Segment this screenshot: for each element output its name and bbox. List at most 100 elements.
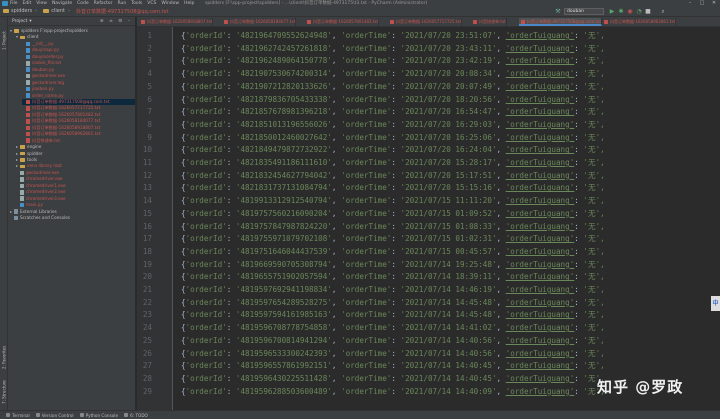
folder-file-icon [20,145,25,149]
debug-icon[interactable]: ✱ [618,8,624,15]
tree-item[interactable]: chromedriver.exe [16,176,135,182]
code-editor[interactable]: {'orderId': '4821964709552624948', 'orde… [173,27,720,410]
menu-item-refactor[interactable]: Refactor [94,1,113,6]
editor-tab[interactable]: 抖音快递单.txt [471,18,507,26]
tree-item[interactable]: 抖音订单数据-1626058962861.txt [22,131,135,137]
breadcrumb-folder[interactable]: client › [43,8,73,14]
code-line: {'orderId': '4819597594161985163', 'orde… [181,310,605,320]
run-configuration-select[interactable]: douban [564,8,604,15]
tree-item[interactable]: chromedriver3.exe [16,196,135,202]
editor-tab[interactable]: 抖音订单数据-1626057801482.txt [305,18,380,26]
profile-icon[interactable]: ◔ [636,8,642,15]
tree-item-label: Scratches and Consoles [20,215,70,221]
tree-item-label: 抖音订单数据-1626057801482.txt [32,111,101,117]
menu-item-help[interactable]: Help [184,1,194,6]
tree-item[interactable]: douyinapi.py [22,47,135,53]
tree-item[interactable]: geckodriver.exe [16,170,135,176]
tree-item[interactable]: chromedriver2.exe [16,189,135,195]
project-panel-header: Project ▾ ⊕ ≑ ⚙ – [8,17,135,26]
search-icon[interactable]: ⌕ [660,8,666,15]
project-panel: Project ▾ ⊕ ≑ ⚙ – ▾ spidders F:\spp-proje… [8,17,136,410]
red-file-icon [26,106,30,111]
tree-item[interactable]: 抖音订单数据-1626058184077.txt [22,118,135,124]
editor-tab[interactable]: 抖音订单数据-1626058184077.txt [222,18,297,26]
project-tool-tab[interactable]: 1: Project [0,21,8,61]
menu-item-window[interactable]: Window [161,1,179,6]
project-view-select[interactable]: Project [12,19,27,24]
tree-item[interactable]: __init__.py [22,41,135,47]
breadcrumb-file[interactable]: 抖音订单数据-497317508@qq.com.txt [76,8,169,15]
red-file-icon [26,119,30,124]
tree-item[interactable]: ▸ spidder [16,151,135,157]
coverage-icon[interactable]: ◉ [627,8,633,15]
folder-file-icon [20,151,25,156]
menu-item-navigate[interactable]: Navigate [52,1,72,6]
code-line: {'orderId': '4821857678981396218', 'orde… [181,107,605,117]
tree-item-label: External Libraries [20,208,57,214]
hammer-icon[interactable]: ⚒ [555,8,561,15]
tree-item[interactable]: ▸ engine [16,144,135,150]
line-number: 14 [142,196,152,206]
run-icon[interactable]: ▶ [609,8,615,15]
menu-item-file[interactable]: File [10,1,18,6]
favorites-tool-tab[interactable]: 2: Favorites [0,342,8,372]
tree-item[interactable]: order_name.py [22,93,135,99]
left-tool-window-bar: 1: Project 2: Favorites 7: Structure [0,17,8,410]
py-file-icon [26,41,30,47]
python-console-tab[interactable]: Python Console [79,413,118,418]
tree-item[interactable]: ▾ client [16,34,135,40]
txt-file-icon [26,73,30,79]
tree-item-label: spidder [27,150,43,156]
menu-item-code[interactable]: Code [77,1,89,6]
tree-item[interactable]: cookie_file.txt [22,60,135,66]
todo-tab[interactable]: 6: TODO [124,413,148,418]
stop-icon[interactable]: ■ [645,8,651,15]
tree-item[interactable]: 抖音订单数据-1626057717725.txt [22,105,135,111]
tree-item[interactable]: douban.py [22,67,135,73]
tree-item[interactable]: main.py [16,202,135,208]
editor-tab[interactable]: 抖音订单数据-1626058918807.txt [139,18,214,26]
tree-item[interactable]: ▸ tools [16,157,135,163]
tree-item[interactable]: Scratches and Consoles [10,215,135,221]
side-badge[interactable]: 中 [711,296,720,311]
line-number: 29 [142,386,152,396]
folder-icon [43,9,50,13]
tree-item-label: engine [27,144,42,150]
txt-file-icon [20,196,24,201]
tree-item[interactable]: 抖音订单数据-1626058918807.txt [22,125,135,131]
menu-item-vcs[interactable]: VCS [147,1,156,6]
folder-file-icon [20,158,25,162]
line-number: 17 [142,234,152,244]
tree-item[interactable]: 抖音快递单.txt [22,138,135,144]
line-number: 3 [147,56,152,66]
menu-item-tools[interactable]: Tools [131,1,142,6]
line-number: 21 [142,285,152,294]
tree-item[interactable]: jiaoben.py [22,86,135,92]
tree-item-label: douyinapi.py [32,47,60,53]
tree-item[interactable]: chromedriver1.exe [16,183,135,189]
tree-item-label: 抖音订单数据-1626058962861.txt [32,131,101,137]
code-line: {'orderId': '4819757560216090204', 'orde… [181,208,605,218]
menu-item-view[interactable]: View [36,1,47,6]
editor-tab[interactable]: 抖音订单数据-497317508@qq.com.txt [519,18,603,26]
tree-item[interactable]: 抖音订单数据-1626057801482.txt [22,112,135,118]
watermark: 知乎 @罗政 [597,378,684,396]
tree-item[interactable]: geckodriver.log [22,80,135,86]
code-line: {'orderId': '4821907530674200314', 'orde… [181,69,605,79]
terminal-tab[interactable]: Terminal [6,413,30,418]
breadcrumb-project[interactable]: spidders › [3,8,40,14]
tree-item[interactable]: geckodriver.exe [22,73,135,79]
tree-item[interactable]: ▾ spidders F:\spp-project\spidders [10,28,135,34]
code-line: {'orderId': '4821964709552624948', 'orde… [181,31,605,40]
menu-item-edit[interactable]: Edit [23,1,32,6]
menu-item-run[interactable]: Run [118,1,127,6]
tree-item[interactable]: ▸ External Libraries [10,209,135,215]
version-control-tab[interactable]: Version Control [35,413,74,418]
line-number: 20 [142,272,152,282]
tree-item[interactable]: douyinorder.py [22,54,135,60]
tree-item[interactable]: ▸ venv library root [16,163,135,169]
project-panel-actions-icon[interactable]: ⊕ ≑ ⚙ – [100,19,132,24]
structure-tool-tab[interactable]: 7: Structure [0,377,8,407]
editor-tab[interactable]: 抖音订单数据-1626058962861.txt [602,18,677,26]
editor-tab[interactable]: 抖音订单数据-1626057717725.txt [388,18,463,26]
